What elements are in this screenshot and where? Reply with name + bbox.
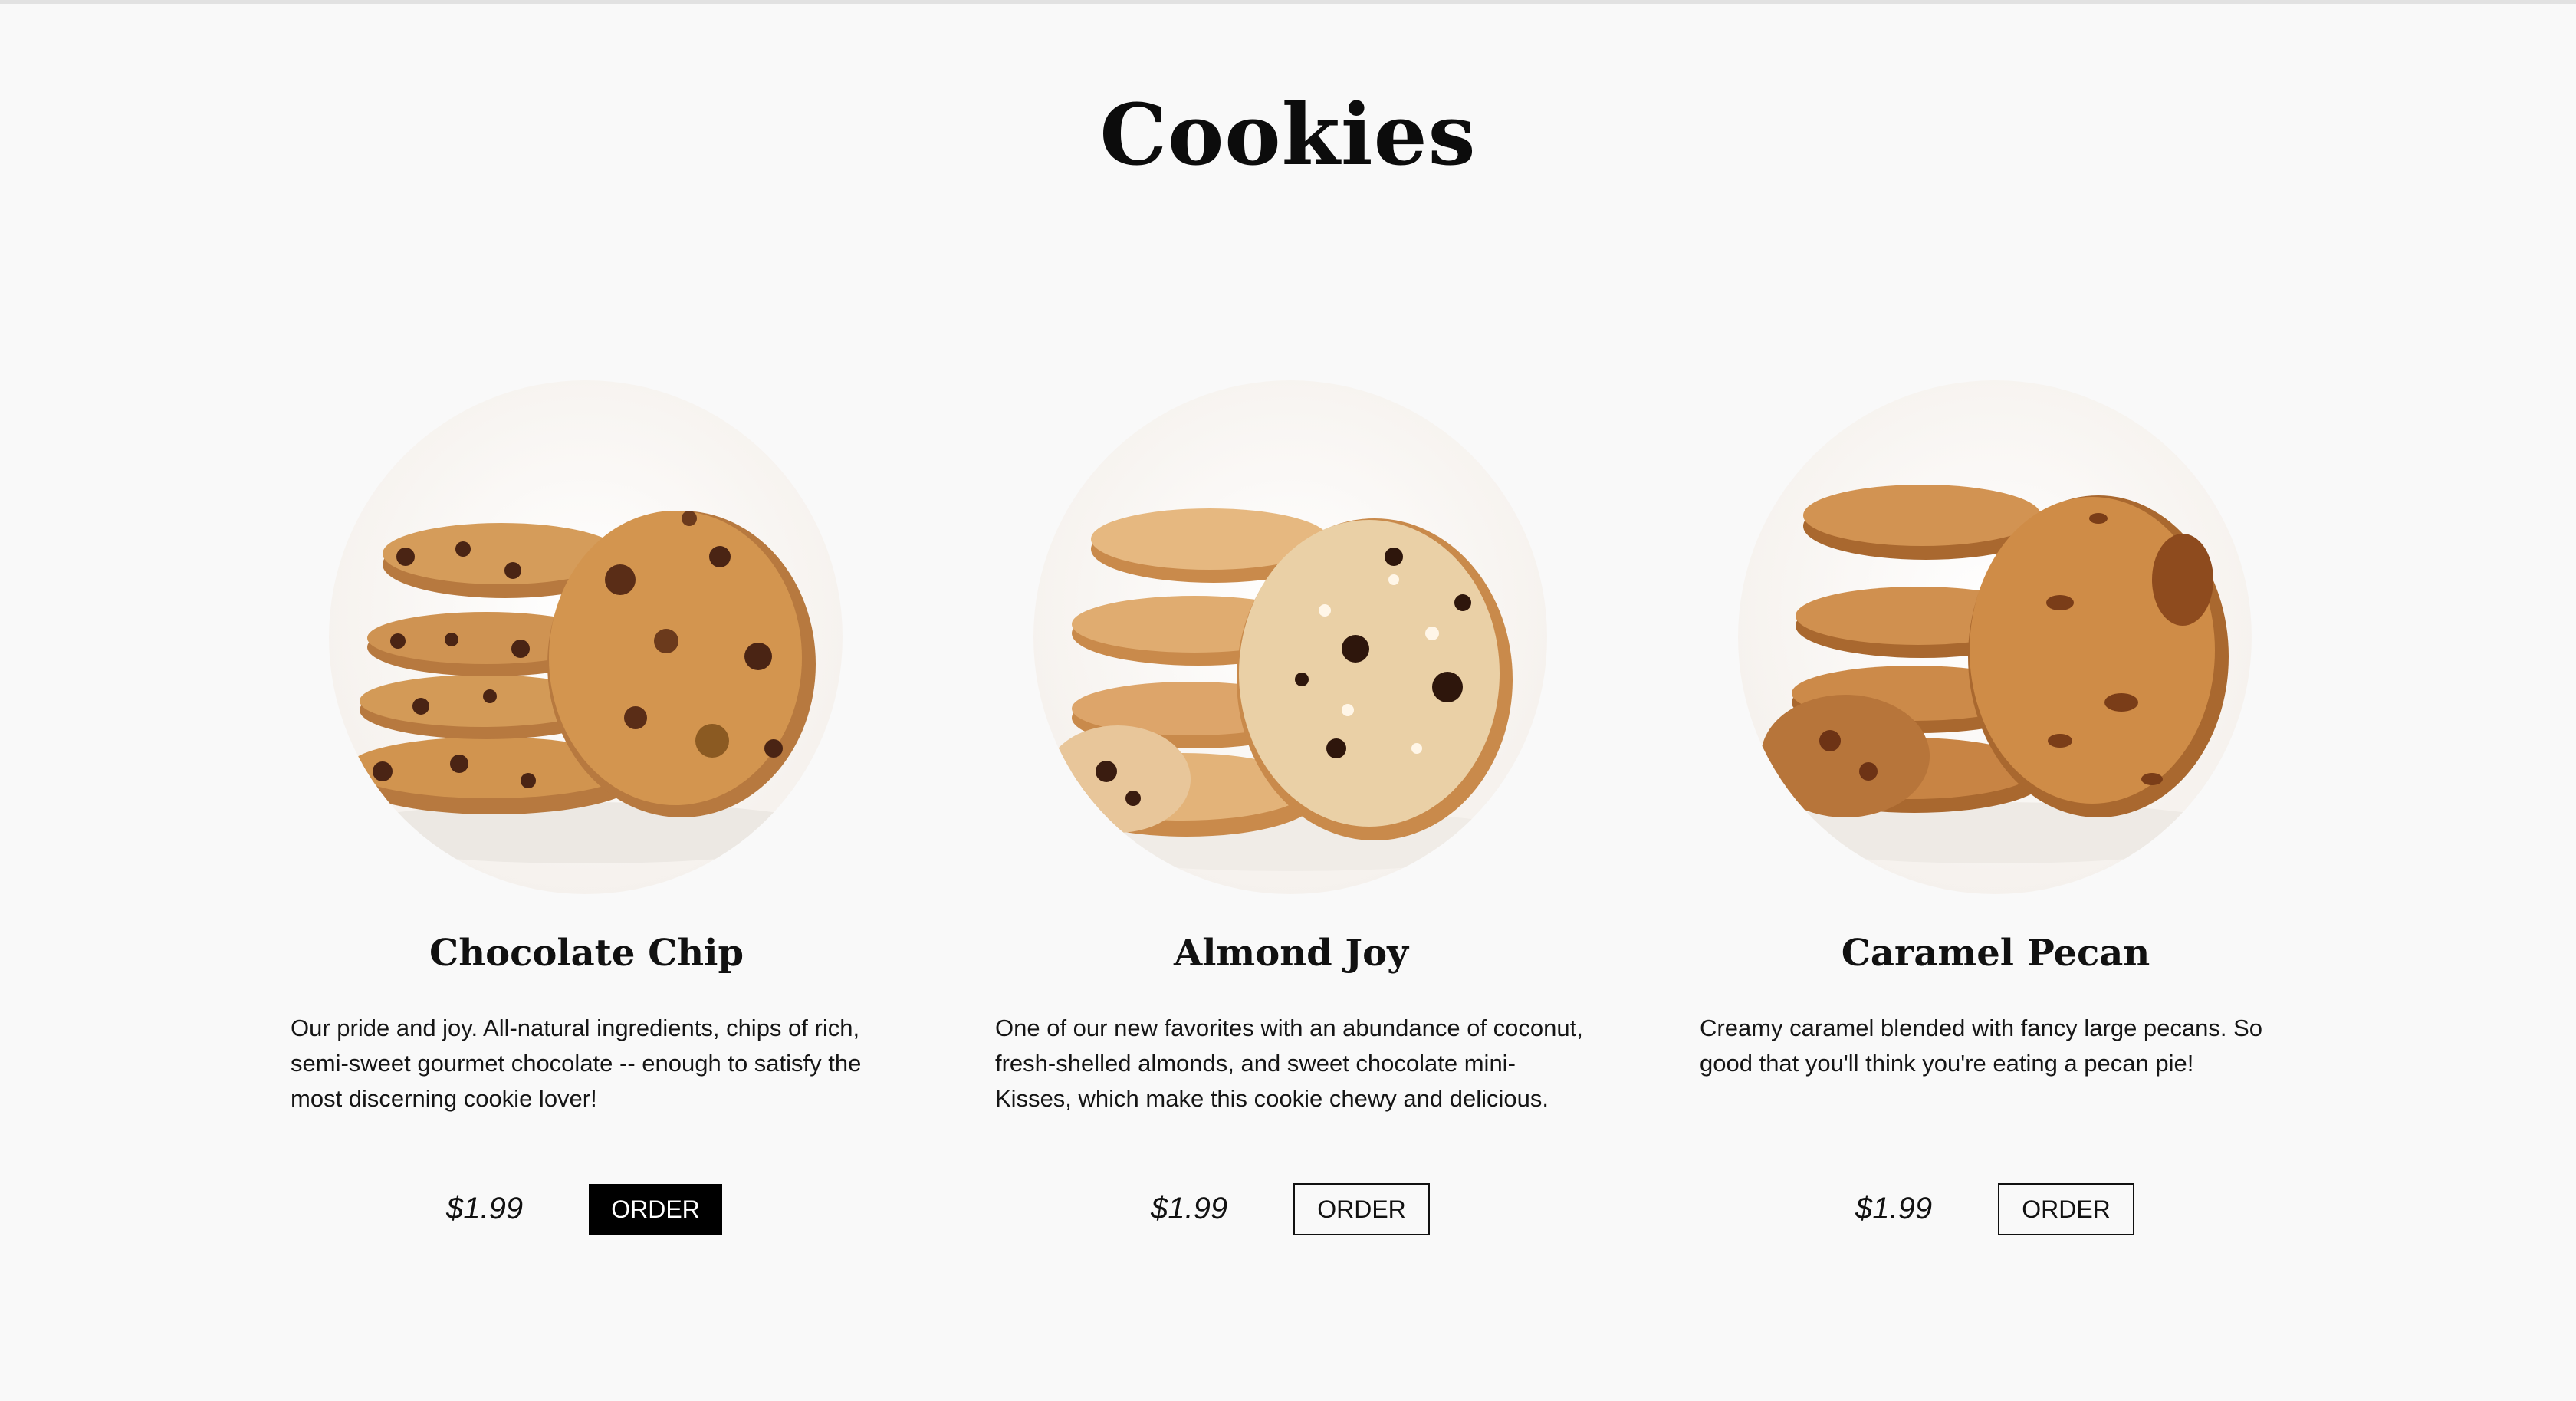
caramel-pecan-cookie-image <box>1738 380 2252 894</box>
product-description: Our pride and joy. All-natural ingredien… <box>291 1015 862 1112</box>
product-description: Creamy caramel blended with fancy large … <box>1700 1015 2263 1077</box>
product-price: $1.99 <box>1151 1192 1228 1225</box>
order-button-caramel-pecan[interactable]: ORDER <box>1998 1183 2134 1235</box>
order-button-chocolate-chip[interactable]: ORDER <box>589 1184 722 1235</box>
product-grid: Chocolate Chip Our pride and joy. All-na… <box>0 0 2576 1401</box>
product-name: Caramel Pecan <box>1841 932 2150 975</box>
product-card-caramel-pecan: Caramel Pecan Creamy caramel blended wit… <box>1697 0 2295 1401</box>
product-description: One of our new favorites with an abundan… <box>995 1015 1583 1112</box>
product-name: Almond Joy <box>1173 932 1409 975</box>
almond-joy-cookie-image <box>1033 380 1547 894</box>
product-name: Chocolate Chip <box>429 932 744 975</box>
product-card-almond-joy: Almond Joy One of our new favorites with… <box>992 0 1590 1401</box>
order-button-almond-joy[interactable]: ORDER <box>1293 1183 1430 1235</box>
chocolate-chip-cookie-image <box>329 380 843 894</box>
product-card-chocolate-chip: Chocolate Chip Our pride and joy. All-na… <box>288 0 886 1401</box>
product-price: $1.99 <box>1855 1192 1933 1225</box>
product-price: $1.99 <box>446 1192 524 1225</box>
